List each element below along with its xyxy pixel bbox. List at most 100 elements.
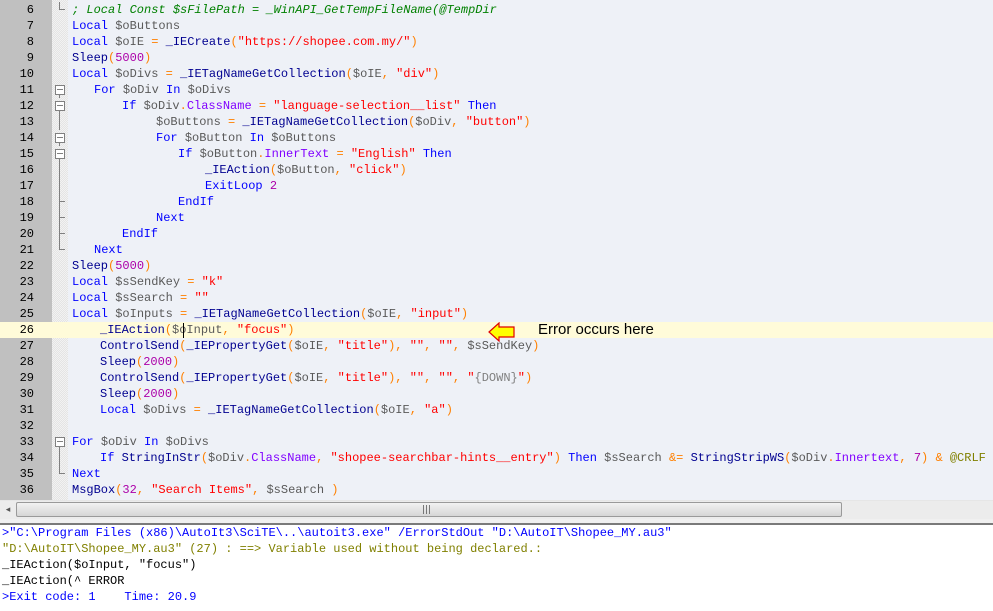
line-number: 6 [26,3,34,17]
fold-toggle-icon[interactable] [52,434,68,450]
line-number: 18 [19,195,34,209]
code-line[interactable]: 36 MsgBox(32, "Search Items", $sSearch ) [0,482,993,498]
fold-end-icon [52,466,68,482]
code-line[interactable]: 32 [0,418,993,434]
code-line[interactable]: 29 ControlSend(_IEPropertyGet($oIE, "titl… [0,370,993,386]
fold-line-icon [52,194,68,210]
line-number: 10 [19,67,34,81]
line-number: 33 [19,435,34,449]
code-line[interactable]: 31 Local $oDivs = _IETagNameGetCollection… [0,402,993,418]
code-text[interactable]: Local $oDivs = _IETagNameGetCollection($… [100,402,453,418]
code-line[interactable]: 19 Next [0,210,993,226]
code-text[interactable]: Next [94,242,123,258]
code-text[interactable]: If StringInStr($oDiv.ClassName, "shopee-… [100,450,986,466]
code-line[interactable]: 6 ; Local Const $sFilePath = _WinAPI_GetT… [0,2,993,18]
code-line[interactable]: 18 EndIf [0,194,993,210]
fold-line-icon [52,162,68,178]
code-line[interactable]: 24 Local $sSearch = "" [0,290,993,306]
line-number: 17 [19,179,34,193]
code-line[interactable]: 25 Local $oInputs = _IETagNameGetCollecti… [0,306,993,322]
fold-toggle-icon[interactable] [52,130,68,146]
line-number: 15 [19,147,34,161]
code-line[interactable]: 35 Next [0,466,993,482]
code-text[interactable]: If $oButton.InnerText = "English" Then [178,146,452,162]
code-text[interactable]: Sleep(5000) [72,258,151,274]
scroll-left-icon[interactable]: ◂ [2,504,14,516]
code-line[interactable]: 23 Local $sSendKey = "k" [0,274,993,290]
code-text[interactable]: For $oButton In $oButtons [156,130,336,146]
line-number: 26 [19,323,34,337]
code-text[interactable]: Sleep(2000) [100,386,179,402]
output-line-command: >"C:\Program Files (x86)\AutoIt3\SciTE\.… [2,526,672,540]
fold-line-icon [52,450,68,466]
fold-toggle-icon[interactable] [52,146,68,162]
fold-toggle-icon[interactable] [52,98,68,114]
code-text[interactable]: Local $oDivs = _IETagNameGetCollection($… [72,66,439,82]
line-number: 34 [19,451,34,465]
code-text[interactable]: Sleep(5000) [72,50,151,66]
code-line[interactable]: 10 Local $oDivs = _IETagNameGetCollection… [0,66,993,82]
line-number: 11 [19,83,34,97]
fold-end-icon [52,242,68,258]
code-line[interactable]: 15 If $oButton.InnerText = "English" Then [0,146,993,162]
code-line[interactable]: 20 EndIf [0,226,993,242]
code-text[interactable]: $oButtons = _IETagNameGetCollection($oDi… [156,114,531,130]
code-line[interactable]: 14 For $oButton In $oButtons [0,130,993,146]
code-line[interactable]: 13 $oButtons = _IETagNameGetCollection($o… [0,114,993,130]
line-number: 28 [19,355,34,369]
code-text[interactable]: Local $sSearch = "" [72,290,209,306]
arrow-left-icon [488,322,515,342]
line-number: 31 [19,403,34,417]
code-line[interactable]: 8 Local $oIE = _IECreate("https://shopee.… [0,34,993,50]
code-line[interactable]: 22 Sleep(5000) [0,258,993,274]
code-editor[interactable]: 6 ; Local Const $sFilePath = _WinAPI_GetT… [0,0,993,500]
code-line[interactable]: 16 _IEAction($oButton, "click") [0,162,993,178]
code-text[interactable]: MsgBox(32, "Search Items", $sSearch ) [72,482,338,498]
code-text[interactable]: Local $sSendKey = "k" [72,274,223,290]
code-text[interactable]: ControlSend(_IEPropertyGet($oIE, "title"… [100,370,532,386]
code-line[interactable]: 12 If $oDiv.ClassName = "language-selecti… [0,98,993,114]
code-text[interactable]: _IEAction($oInput, "focus") [100,322,294,338]
code-text[interactable]: Next [72,466,101,482]
error-annotation-text: Error occurs here [538,321,654,338]
code-text[interactable]: EndIf [122,226,158,242]
horizontal-scrollbar[interactable]: ◂ ||| [0,500,993,520]
code-line[interactable]: 28 Sleep(2000) [0,354,993,370]
line-number: 16 [19,163,34,177]
code-text[interactable]: Next [156,210,185,226]
line-number: 32 [19,419,34,433]
code-line[interactable]: 7 Local $oButtons [0,18,993,34]
line-number: 22 [19,259,34,273]
line-number: 23 [19,275,34,289]
line-number: 25 [19,307,34,321]
code-line[interactable]: 30 Sleep(2000) [0,386,993,402]
code-text[interactable]: ControlSend(_IEPropertyGet($oIE, "title"… [100,338,539,354]
code-line[interactable]: 34 If StringInStr($oDiv.ClassName, "shope… [0,450,993,466]
code-text[interactable]: Local $oButtons [72,18,180,34]
line-number: 29 [19,371,34,385]
code-line[interactable]: 11 For $oDiv In $oDivs [0,82,993,98]
code-line[interactable]: 9 Sleep(5000) [0,50,993,66]
code-text[interactable]: If $oDiv.ClassName = "language-selection… [122,98,497,114]
code-line[interactable]: 21 Next [0,242,993,258]
code-text[interactable]: For $oDiv In $oDivs [94,82,231,98]
fold-line-icon [52,178,68,194]
code-text[interactable]: Sleep(2000) [100,354,179,370]
output-line-error: "D:\AutoIT\Shopee_MY.au3" (27) : ==> Var… [2,542,543,556]
code-text[interactable]: ; Local Const $sFilePath = _WinAPI_GetTe… [72,2,497,18]
line-number: 21 [19,243,34,257]
fold-toggle-icon[interactable] [52,82,68,98]
code-text[interactable]: EndIf [178,194,214,210]
code-text[interactable]: ExitLoop 2 [205,178,277,194]
code-text[interactable]: Local $oIE = _IECreate("https://shopee.c… [72,34,418,50]
code-text[interactable]: Local $oInputs = _IETagNameGetCollection… [72,306,468,322]
scrollbar-thumb[interactable]: ||| [16,502,842,517]
code-line[interactable]: 17 ExitLoop 2 [0,178,993,194]
code-line[interactable]: 33 For $oDiv In $oDivs [0,434,993,450]
fold-end-icon [52,2,68,18]
fold-line-icon [52,226,68,242]
line-number: 20 [19,227,34,241]
output-pane[interactable]: >"C:\Program Files (x86)\AutoIt3\SciTE\.… [0,525,993,611]
code-text[interactable]: _IEAction($oButton, "click") [205,162,407,178]
code-text[interactable]: For $oDiv In $oDivs [72,434,209,450]
